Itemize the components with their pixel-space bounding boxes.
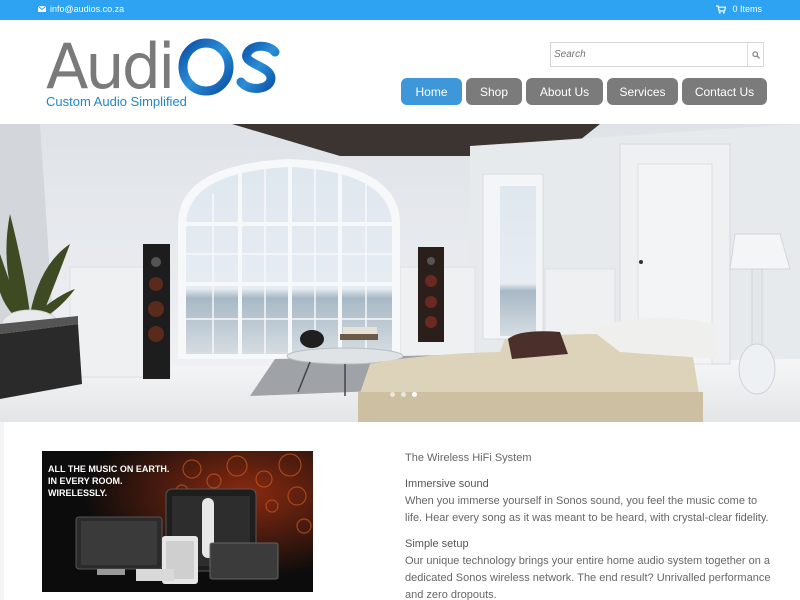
main-nav: Home Shop About Us Services Contact Us bbox=[401, 78, 767, 105]
nav-services[interactable]: Services bbox=[607, 78, 678, 105]
email-link[interactable]: info@audios.co.za bbox=[38, 4, 124, 14]
search-box[interactable] bbox=[550, 42, 764, 67]
logo-graphic: Audi bbox=[46, 36, 280, 98]
logo-word-audi: Audi bbox=[46, 36, 172, 98]
promo-slogan: ALL THE MUSIC ON EARTH. IN EVERY ROOM. W… bbox=[48, 463, 169, 499]
slider-dot[interactable] bbox=[390, 392, 395, 397]
hero-image bbox=[0, 124, 800, 422]
hero-slider[interactable] bbox=[0, 124, 800, 422]
nav-home[interactable]: Home bbox=[401, 78, 462, 105]
section-heading: Immersive sound bbox=[405, 478, 489, 490]
promo-line: IN EVERY ROOM. bbox=[48, 476, 123, 486]
site-header: Audi Custom Audio Simplified Home Shop A… bbox=[0, 20, 800, 124]
section-body: Our unique technology brings your entire… bbox=[405, 555, 771, 600]
section-heading: Simple setup bbox=[405, 538, 469, 550]
logo-tagline: Custom Audio Simplified bbox=[46, 94, 187, 109]
cart-count: 0 Items bbox=[732, 4, 762, 14]
promo-line: WIRELESSLY. bbox=[48, 488, 108, 498]
section-immersive: Immersive sound When you immerse yoursel… bbox=[405, 476, 775, 527]
search-icon bbox=[751, 50, 760, 59]
envelope-icon bbox=[38, 6, 46, 12]
promo-image: ALL THE MUSIC ON EARTH. IN EVERY ROOM. W… bbox=[42, 451, 313, 592]
left-divider bbox=[0, 422, 4, 600]
section-body: When you immerse yourself in Sonos sound… bbox=[405, 495, 769, 524]
site-logo[interactable]: Audi Custom Audio Simplified bbox=[46, 36, 286, 116]
slider-dots bbox=[390, 392, 417, 397]
cart-link[interactable]: 0 Items bbox=[716, 4, 762, 14]
nav-shop[interactable]: Shop bbox=[466, 78, 522, 105]
email-text: info@audios.co.za bbox=[50, 4, 125, 14]
slider-dot[interactable] bbox=[401, 392, 406, 397]
top-bar: info@audios.co.za 0 Items bbox=[0, 0, 800, 20]
section-setup: Simple setup Our unique technology bring… bbox=[405, 536, 775, 600]
search-input[interactable] bbox=[551, 43, 745, 66]
nav-about-us[interactable]: About Us bbox=[526, 78, 603, 105]
nav-contact-us[interactable]: Contact Us bbox=[682, 78, 767, 105]
slider-dot-active[interactable] bbox=[412, 392, 417, 397]
cart-icon bbox=[716, 5, 727, 14]
promo-line: ALL THE MUSIC ON EARTH. bbox=[48, 464, 170, 474]
content-text: The Wireless HiFi System Immersive sound… bbox=[405, 450, 775, 600]
content-title: The Wireless HiFi System bbox=[405, 452, 532, 464]
search-button[interactable] bbox=[747, 43, 763, 66]
